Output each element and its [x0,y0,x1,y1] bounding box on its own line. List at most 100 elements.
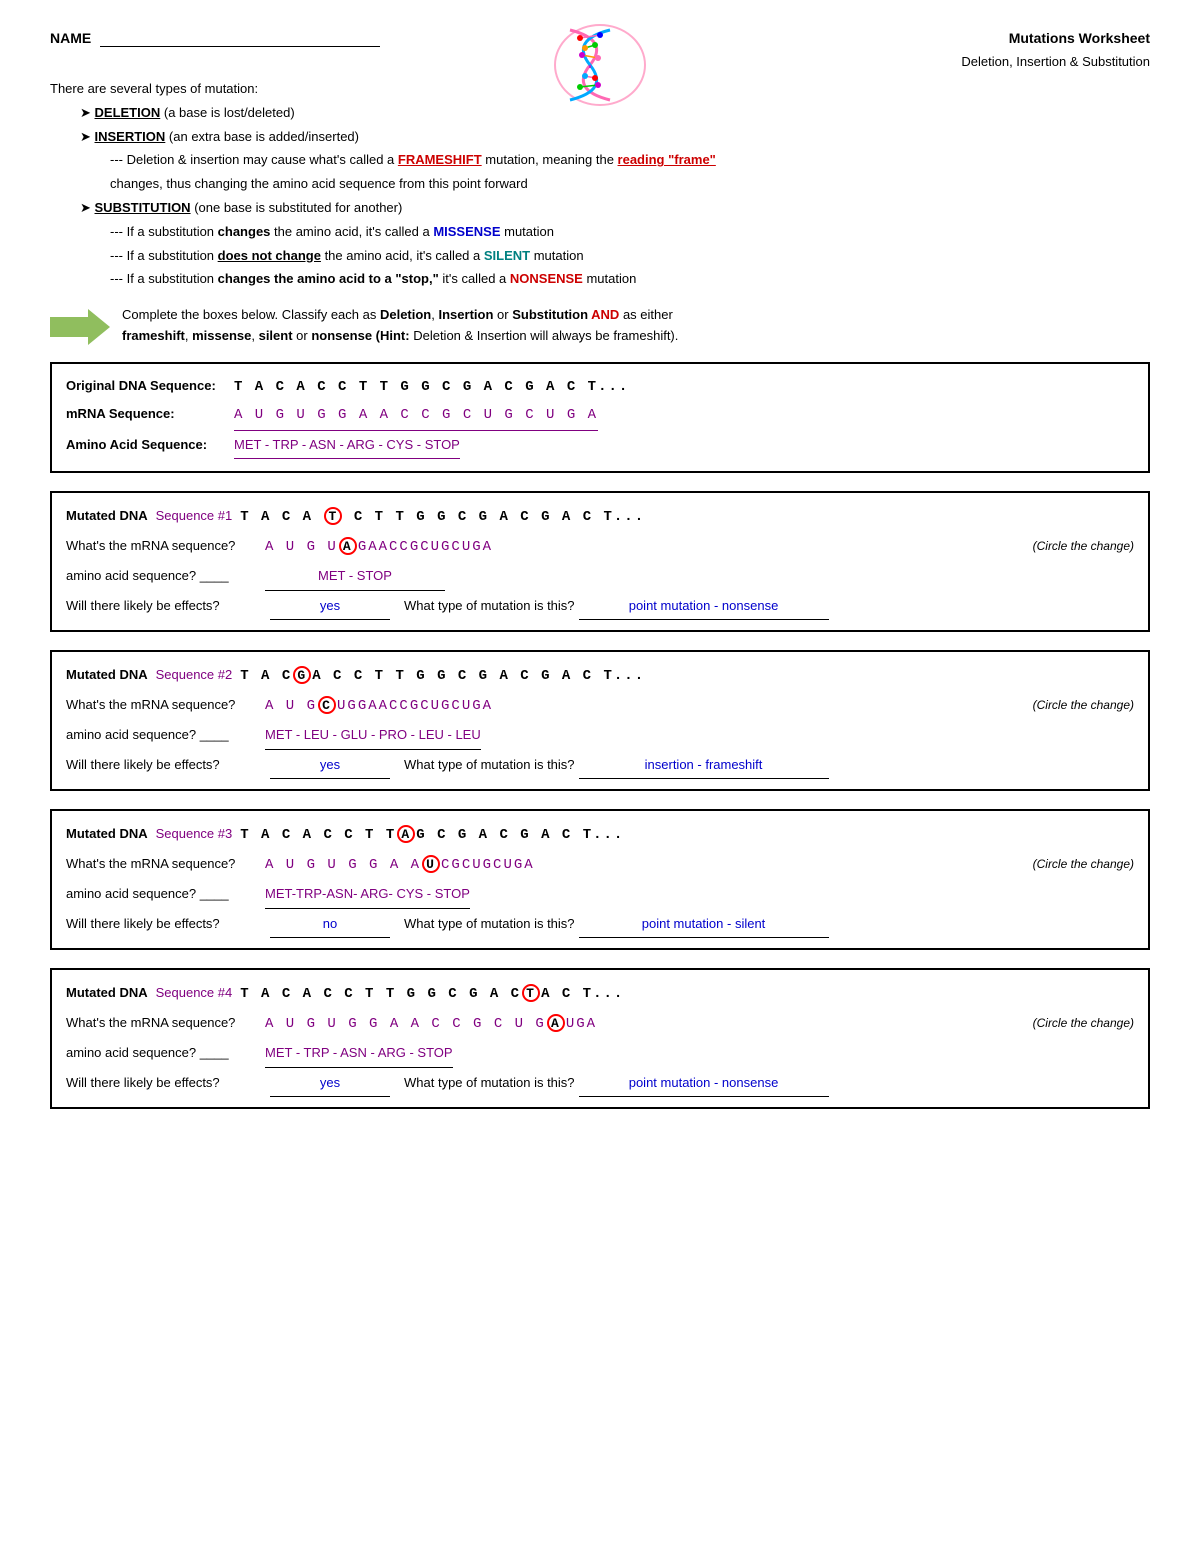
mutation4-box: Mutated DNA Sequence #4 T A C A C C T T … [50,968,1150,1109]
mutation1-type-label: What type of mutation is this? [404,593,575,619]
mutation2-aa-row: amino acid sequence? ____ MET - LEU - GL… [66,722,1134,750]
instruction-text: Complete the boxes below. Classify each … [122,305,678,347]
mutation2-mrna-label: What's the mRNA sequence? [66,692,261,718]
frameshift-line2: changes, thus changing the amino acid se… [110,174,1150,195]
mutation4-dna: T A C A C C T T G G C G A CTA C T... [240,980,624,1008]
original-sequence-box: Original DNA Sequence: T A C A C C T T G… [50,362,1150,473]
mutation4-circle-note: (Circle the change) [1033,1011,1134,1035]
insertion-label: INSERTION [95,129,166,144]
mutation4-header: Mutated DNA Sequence #4 T A C A C C T T … [66,980,1134,1008]
mutation1-aa-answer: MET - STOP [265,563,445,591]
original-mrna-label: mRNA Sequence: [66,402,226,427]
mutation1-label: Mutated DNA [66,503,148,529]
mutation1-type-answer: point mutation - nonsense [579,593,829,620]
page-header: NAME Mutations Worksheet Deletion, Inser… [50,30,1150,69]
mutation2-effects-row: Will there likely be effects? yes What t… [66,752,1134,779]
mutation4-mrna-circled: A [547,1014,565,1032]
name-input-line [100,31,380,47]
original-dna-row: Original DNA Sequence: T A C A C C T T G… [66,374,1134,401]
mutation3-header: Mutated DNA Sequence #3 T A C A C C T TA… [66,821,1134,849]
mutation1-mrna-seq: A U G UAGAACCGCUGCUGA [265,533,493,561]
frameshift-line: --- Deletion & insertion may cause what'… [110,150,1150,171]
mutation4-effects-answer: yes [270,1070,390,1097]
mutation2-effects-label: Will there likely be effects? [66,752,266,778]
mutation2-type-answer: insertion - frameshift [579,752,829,779]
mutation1-seq-num: Sequence #1 [156,503,233,529]
intro-section: There are several types of mutation: ➤ D… [50,79,1150,290]
worksheet-subtitle: Deletion, Insertion & Substitution [961,54,1150,69]
mutation1-circle-note: (Circle the change) [1033,534,1134,558]
mutation4-aa-label: amino acid sequence? ____ [66,1040,261,1066]
silent-line: --- If a substitution does not change th… [110,246,1150,267]
mutation1-box: Mutated DNA Sequence #1 T A C A T C T T … [50,491,1150,632]
original-aa-seq: MET - TRP - ASN - ARG - CYS - STOP [234,433,460,459]
mutation3-aa-row: amino acid sequence? ____ MET-TRP-ASN- A… [66,881,1134,909]
mutation3-type-answer: point mutation - silent [579,911,829,938]
mutation2-aa-answer: MET - LEU - GLU - PRO - LEU - LEU [265,722,481,750]
original-dna-label: Original DNA Sequence: [66,374,226,399]
substitution-line: ➤ SUBSTITUTION (one base is substituted … [80,198,1150,219]
mutation3-circled-letter: A [397,825,415,843]
mutation2-effects-answer: yes [270,752,390,779]
mutation1-dna: T A C A T C T T G G C G A C G A C T... [240,503,645,531]
mutation3-mrna-label: What's the mRNA sequence? [66,851,261,877]
deletion-label: DELETION [95,105,161,120]
mutation3-effects-row: Will there likely be effects? no What ty… [66,911,1134,938]
mutation3-mrna-seq: A U G U G G A AUCGCUGCUGA [265,851,535,879]
mutation2-seq-num: Sequence #2 [156,662,233,688]
frameshift-word: FRAMESHIFT [398,152,482,167]
mutation4-mrna-label: What's the mRNA sequence? [66,1010,261,1036]
mutation3-aa-label: amino acid sequence? ____ [66,881,261,907]
mutation1-header: Mutated DNA Sequence #1 T A C A T C T T … [66,503,1134,531]
mutation4-effects-label: Will there likely be effects? [66,1070,266,1096]
mutation2-aa-label: amino acid sequence? ____ [66,722,261,748]
original-aa-row: Amino Acid Sequence: MET - TRP - ASN - A… [66,433,1134,459]
green-arrow-icon [50,309,110,345]
mutation3-mrna-row: What's the mRNA sequence? A U G U G G A … [66,851,1134,879]
name-section: NAME [50,30,380,47]
mutation2-mrna-circled: C [318,696,336,714]
title-block: Mutations Worksheet Deletion, Insertion … [961,30,1150,69]
original-mrna-seq: A U G U G G A A C C G C U G C U G A [234,402,598,431]
mutation4-aa-row: amino acid sequence? ____ MET - TRP - AS… [66,1040,1134,1068]
missense-line: --- If a substitution changes the amino … [110,222,1150,243]
mutation4-mrna-seq: A U G U G G A A C C G C U GAUGA [265,1010,597,1038]
instruction-box: Complete the boxes below. Classify each … [50,305,1150,347]
mutation2-circle-note: (Circle the change) [1033,693,1134,717]
mutation2-type-label: What type of mutation is this? [404,752,575,778]
mutation4-type-answer: point mutation - nonsense [579,1070,829,1097]
mutation3-seq-num: Sequence #3 [156,821,233,847]
mutation1-effects-label: Will there likely be effects? [66,593,266,619]
mutation1-mrna-circled: A [339,537,357,555]
nonsense-line: --- If a substitution changes the amino … [110,269,1150,290]
mutation2-header: Mutated DNA Sequence #2 T A CGA C C T T … [66,662,1134,690]
mutation3-aa-answer: MET-TRP-ASN- ARG- CYS - STOP [265,881,470,909]
mutation3-effects-answer: no [270,911,390,938]
mutation1-effects-row: Will there likely be effects? yes What t… [66,593,1134,620]
nonsense-word: NONSENSE [510,271,583,286]
missense-word: MISSENSE [433,224,500,239]
name-label: NAME [50,30,91,46]
mutation4-label: Mutated DNA [66,980,148,1006]
silent-word: SILENT [484,248,530,263]
mutation4-effects-row: Will there likely be effects? yes What t… [66,1070,1134,1097]
mutation2-circled-letter: G [293,666,311,684]
mutation1-aa-label: amino acid sequence? ____ [66,563,261,589]
original-dna-seq: T A C A C C T T G G C G A C G A C T... [234,374,629,401]
mutation2-box: Mutated DNA Sequence #2 T A CGA C C T T … [50,650,1150,791]
substitution-label: SUBSTITUTION [95,200,191,215]
mutation2-label: Mutated DNA [66,662,148,688]
reading-frame-text: reading "frame" [618,152,716,167]
original-mrna-row: mRNA Sequence: A U G U G G A A C C G C U… [66,402,1134,431]
original-aa-label: Amino Acid Sequence: [66,433,226,458]
mutation1-circled-letter: T [324,507,342,525]
mutation3-circle-note: (Circle the change) [1033,852,1134,876]
mutation3-dna: T A C A C C T TAG C G A C G A C T... [240,821,624,849]
mutation2-mrna-seq: A U GCUGGAACCGCUGCUGA [265,692,493,720]
mutation2-dna: T A CGA C C T T G G C G A C G A C T... [240,662,645,690]
mutation4-circled-letter: T [522,984,540,1002]
dna-helix-icon [540,20,660,110]
mutation3-effects-label: Will there likely be effects? [66,911,266,937]
mutation4-type-label: What type of mutation is this? [404,1070,575,1096]
mutation1-mrna-row: What's the mRNA sequence? A U G UAGAACCG… [66,533,1134,561]
